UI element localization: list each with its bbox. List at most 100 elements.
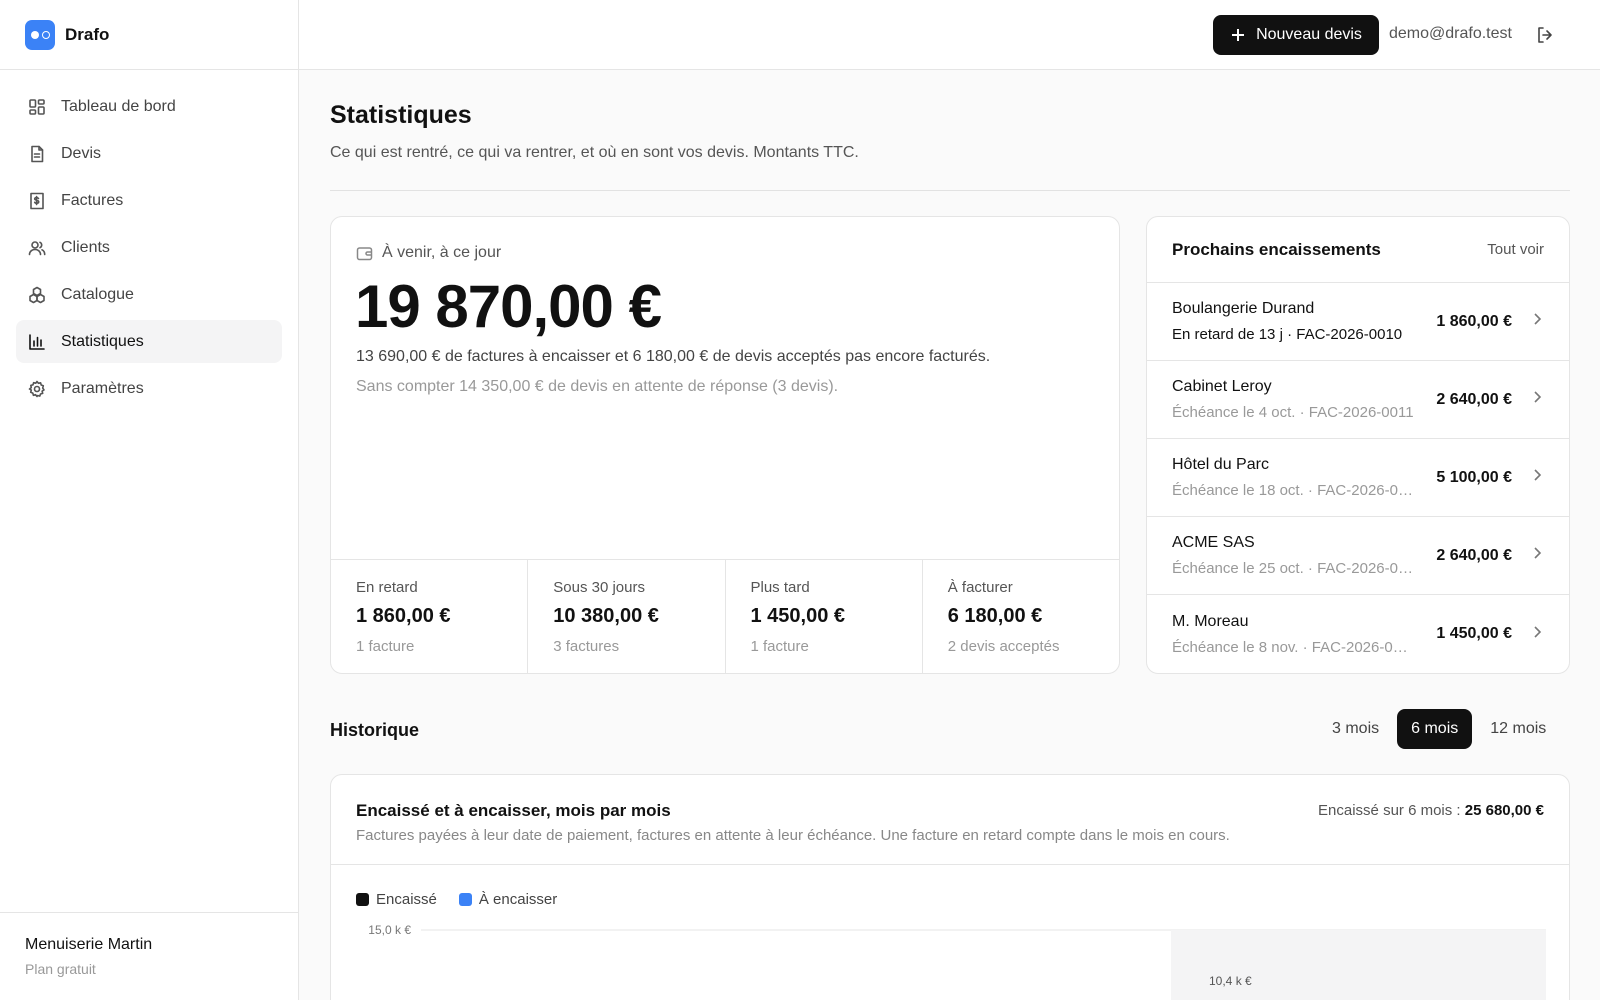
current-month-highlight [1171, 930, 1546, 1000]
logout-button[interactable] [1535, 25, 1555, 45]
stat-late: En retard 1 860,00 € 1 facture [331, 560, 529, 673]
wallet-icon [356, 246, 373, 260]
chevron-right-icon [1530, 546, 1544, 565]
upcoming-description: 13 690,00 € de factures à encaisser et 6… [356, 348, 991, 365]
legend-label: À encaisser [478, 891, 558, 908]
chevron-right-icon [1530, 390, 1544, 409]
payment-client: M. Moreau [1172, 612, 1249, 630]
page-title: Statistiques [330, 101, 472, 129]
payment-amount: 5 100,00 € [1436, 468, 1512, 486]
new-quote-label: Nouveau devis [1256, 26, 1362, 43]
sidebar-item-label: Tableau de bord [61, 97, 176, 115]
y-tick-label: 15,0 k € [368, 923, 411, 937]
new-quote-button[interactable]: Nouveau devis [1213, 15, 1379, 55]
chart-total-value: 25 680,00 € [1464, 802, 1544, 819]
chevron-right-icon [1530, 468, 1544, 487]
sidebar-item-catalogue[interactable]: Catalogue [16, 273, 282, 316]
stat-label: Sous 30 jours [553, 579, 645, 596]
tab-3-months[interactable]: 3 mois [1318, 709, 1393, 749]
invoice-icon [30, 192, 44, 209]
upcoming-label-text: À venir, à ce jour [382, 244, 502, 261]
payment-info: Boulangerie Durand En retard de 13 j · F… [1172, 300, 1436, 343]
sidebar-item-dashboard[interactable]: Tableau de bord [16, 85, 282, 128]
stat-sub: 3 factures [553, 638, 620, 655]
upcoming-payments-title: Prochains encaissements [1172, 239, 1381, 259]
payment-row[interactable]: M. Moreau Échéance le 8 nov. · FAC-2026-… [1147, 595, 1569, 673]
payment-amount: 2 640,00 € [1436, 390, 1512, 408]
history-title: Historique [330, 720, 420, 740]
payment-row[interactable]: ACME SAS Échéance le 25 oct. · FAC-2026-… [1147, 517, 1569, 595]
sidebar-item-clients[interactable]: Clients [16, 226, 282, 269]
organization-name: Menuiserie Martin [25, 936, 153, 953]
stat-sub: 1 facture [750, 638, 809, 655]
payment-row[interactable]: Hôtel du Parc Échéance le 18 oct. · FAC-… [1147, 439, 1569, 517]
plus-icon [1232, 29, 1245, 41]
sidebar-item-parametres[interactable]: Paramètres [16, 367, 282, 410]
chevron-right-icon [1530, 312, 1544, 331]
tab-12-months[interactable]: 12 mois [1476, 709, 1560, 749]
document-icon [31, 145, 44, 162]
upcoming-label: À venir, à ce jour [356, 244, 501, 262]
sidebar: Drafo Tableau de bord Devis Factures Cli… [0, 0, 299, 1000]
chart-title: Encaissé et à encaisser, mois par mois [356, 801, 671, 820]
tab-6-months[interactable]: 6 mois [1397, 709, 1473, 749]
period-tabs: 3 mois 6 mois 12 mois [1318, 709, 1560, 749]
sidebar-item-factures[interactable]: Factures [16, 179, 282, 222]
bar-chart-icon [29, 333, 45, 350]
stat-sub: 1 facture [356, 638, 415, 655]
sidebar-item-statistiques[interactable]: Statistiques [16, 320, 282, 363]
organization-plan: Plan gratuit [25, 961, 96, 977]
sidebar-item-label: Statistiques [61, 332, 144, 350]
stat-sub: 2 devis acceptés [947, 638, 1060, 655]
payment-client: Hôtel du Parc [1172, 456, 1269, 473]
stat-30-days: Sous 30 jours 10 380,00 € 3 factures [528, 560, 726, 673]
see-all-link[interactable]: Tout voir [1487, 241, 1544, 258]
payment-info: Hôtel du Parc Échéance le 18 oct. · FAC-… [1172, 456, 1436, 499]
user-email: demo@drafo.test [1389, 25, 1512, 42]
sidebar-item-devis[interactable]: Devis [16, 132, 282, 175]
chevron-right-icon [1530, 625, 1544, 644]
upcoming-note: Sans compter 14 350,00 € de devis en att… [356, 378, 839, 395]
payment-meta: Échéance le 8 nov. · FAC-2026-0013 [1172, 638, 1414, 656]
stat-label: Plus tard [750, 579, 810, 596]
payment-meta: Échéance le 25 oct. · FAC-2026-0014 [1172, 560, 1414, 577]
upcoming-card: À venir, à ce jour 19 870,00 € 13 690,00… [330, 216, 1120, 674]
legend-pending: À encaisser [458, 891, 558, 908]
payment-row[interactable]: Cabinet Leroy Échéance le 4 oct. · FAC-2… [1147, 361, 1569, 439]
payment-client: Cabinet Leroy [1172, 378, 1272, 395]
payment-meta: Échéance le 4 oct. · FAC-2026-0011 [1172, 404, 1414, 421]
gear-icon [28, 380, 45, 397]
stat-value: 6 180,00 € [947, 605, 1043, 627]
topbar: Nouveau devis demo@drafo.test [299, 0, 1600, 70]
stat-to-invoice: À facturer 6 180,00 € 2 devis acceptés [923, 560, 1119, 673]
brand-name: Drafo [65, 24, 110, 44]
upcoming-payments-header: Prochains encaissements Tout voir [1147, 217, 1569, 283]
chart-total: Encaissé sur 6 mois : 25 680,00 € [1318, 802, 1544, 819]
history-chart-card: Encaissé et à encaisser, mois par mois F… [330, 774, 1570, 1000]
chart-header: Encaissé et à encaisser, mois par mois F… [331, 775, 1569, 865]
payment-amount: 1 860,00 € [1436, 312, 1512, 330]
brand[interactable]: Drafo [0, 0, 298, 70]
payment-info: M. Moreau Échéance le 8 nov. · FAC-2026-… [1172, 613, 1436, 656]
legend-swatch-pending [458, 893, 472, 906]
sidebar-item-label: Paramètres [61, 379, 144, 397]
organization-info[interactable]: Menuiserie Martin Plan gratuit [0, 912, 298, 1000]
stat-value: 1 450,00 € [750, 605, 846, 627]
legend-label: Encaissé [376, 891, 437, 908]
payment-client: Boulangerie Durand [1172, 300, 1315, 317]
chart-description: Factures payées à leur date de paiement,… [356, 827, 1230, 844]
upcoming-amount: 19 870,00 € [355, 273, 662, 340]
divider [330, 190, 1570, 191]
legend-swatch-collected [356, 893, 369, 906]
sidebar-item-label: Devis [61, 144, 102, 162]
page-subtitle: Ce qui est rentré, ce qui va rentrer, et… [330, 144, 859, 161]
chart-legend: Encaissé À encaisser [356, 891, 557, 908]
upcoming-breakdown: En retard 1 860,00 € 1 facture Sous 30 j… [331, 559, 1119, 673]
payment-row[interactable]: Boulangerie Durand En retard de 13 j · F… [1147, 283, 1569, 361]
payment-info: ACME SAS Échéance le 25 oct. · FAC-2026-… [1172, 534, 1436, 577]
sidebar-item-label: Clients [61, 238, 110, 256]
bar-data-label: 10,4 k € [1209, 974, 1252, 988]
upcoming-payments-card: Prochains encaissements Tout voir Boulan… [1146, 216, 1570, 674]
stat-label: À facturer [947, 579, 1013, 596]
sidebar-nav: Tableau de bord Devis Factures Clients C… [0, 70, 298, 429]
